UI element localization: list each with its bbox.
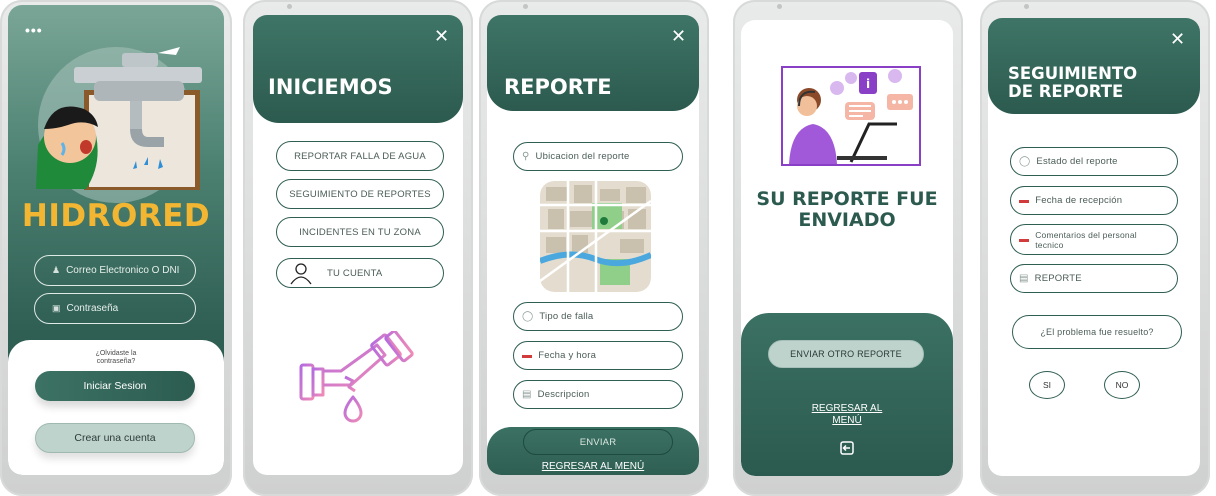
description-placeholder: Descripcion: [537, 389, 590, 400]
broken-pipe-icon: [299, 331, 414, 423]
title-line-1: SEGUIMIENTO: [1008, 64, 1138, 83]
brand-title: HIDRORED: [21, 198, 211, 234]
phone-sent: i SU REPORTE FUE ENVIADO ENVIAR OTRO REP…: [733, 0, 963, 496]
user-icon: ♟: [52, 265, 61, 275]
back-line-2: MENÚ: [832, 415, 862, 426]
login-screen: ••• HIDRORED ♟ Correo Electronico O DNI …: [8, 5, 224, 475]
datetime-input[interactable]: ▬ Fecha y hora: [513, 341, 683, 370]
svg-text:i: i: [866, 77, 870, 91]
camera-dot: [777, 4, 782, 9]
account-icon: [290, 263, 312, 285]
back-to-menu-link[interactable]: REGRESAR AL MENÚ: [487, 461, 699, 472]
datetime-placeholder: Fecha y hora: [538, 350, 597, 361]
back-to-menu-link[interactable]: REGRESAR AL MENÚ: [741, 403, 953, 427]
password-placeholder: Contraseña: [66, 303, 119, 314]
reception-date-input[interactable]: ▬ Fecha de recepción: [1010, 186, 1178, 215]
start-header: ✕ INICIEMOS: [253, 15, 463, 123]
comments-icon: ▬: [1019, 233, 1030, 245]
forgot-password-link[interactable]: ¿Olvidaste la contraseña?: [8, 350, 224, 366]
option-track-reports[interactable]: SEGUIMIENTO DE REPORTES: [276, 179, 444, 209]
close-icon[interactable]: ✕: [1170, 30, 1185, 48]
comments-placeholder: Comentarios del personal tecnico: [1035, 230, 1137, 250]
camera-dot: [523, 4, 528, 9]
sent-message: SU REPORTE FUE ENVIADO: [741, 189, 953, 231]
report-header: ✕ REPORTE: [487, 15, 699, 111]
description-input[interactable]: ▤ Descripcion: [513, 380, 683, 409]
sent-footer: ENVIAR OTRO REPORTE REGRESAR AL MENÚ: [741, 313, 953, 476]
option-zone-incidents[interactable]: INCIDENTES EN TU ZONA: [276, 217, 444, 247]
comments-line-1: Comentarios del personal: [1035, 229, 1137, 240]
exit-icon[interactable]: [840, 441, 854, 455]
calendar-icon: ▬: [522, 350, 533, 361]
message-icon: ▤: [522, 389, 532, 400]
create-account-button[interactable]: Crear una cuenta: [35, 423, 195, 453]
email-placeholder: Correo Electronico O DNI: [66, 265, 180, 276]
lock-icon: ▣: [52, 303, 61, 313]
option-your-account[interactable]: TU CUENTA: [276, 258, 444, 288]
status-input[interactable]: ◯ Estado del reporte: [1010, 147, 1178, 176]
page-title: REPORTE: [504, 75, 612, 99]
start-screen: ✕ INICIEMOS REPORTAR FALLA DE AGUA SEGUI…: [253, 15, 463, 475]
forgot-line-2: contraseña?: [96, 358, 136, 365]
report-placeholder: REPORTE: [1034, 273, 1082, 284]
login-button[interactable]: Iniciar Sesion: [35, 371, 195, 401]
comments-line-2: tecnico: [1035, 239, 1064, 250]
location-input[interactable]: ⚲ Ubicacion del reporte: [513, 142, 683, 171]
report-footer: ENVIAR REGRESAR AL MENÚ: [487, 427, 699, 475]
fault-type-placeholder: Tipo de falla: [539, 311, 594, 322]
phone-tracking: ✕ SEGUIMIENTO DE REPORTE ◯ Estado del re…: [980, 0, 1210, 496]
close-icon[interactable]: ✕: [434, 27, 449, 45]
send-another-report-button[interactable]: ENVIAR OTRO REPORTE: [768, 340, 924, 368]
title-line-2: DE REPORTE: [1008, 82, 1124, 101]
account-label: TU CUENTA: [327, 267, 383, 279]
page-title: SEGUIMIENTO DE REPORTE: [1008, 65, 1137, 101]
close-icon[interactable]: ✕: [671, 27, 686, 45]
water-drop-icon: ◯: [1019, 156, 1031, 167]
report-input[interactable]: ▤ REPORTE: [1010, 264, 1178, 293]
tracking-header: ✕ SEGUIMIENTO DE REPORTE: [988, 18, 1200, 114]
send-button[interactable]: ENVIAR: [523, 429, 673, 455]
email-field[interactable]: ♟ Correo Electronico O DNI: [34, 255, 196, 286]
yes-button[interactable]: SI: [1029, 371, 1065, 399]
sent-message-line-1: SU REPORTE FUE: [756, 188, 938, 210]
comments-input[interactable]: ▬ Comentarios del personal tecnico: [1010, 224, 1178, 255]
message-icon: ▤: [1019, 273, 1029, 284]
location-placeholder: Ubicacion del reporte: [535, 151, 630, 162]
leaking-sink-illustration: [36, 47, 202, 203]
sent-screen: i SU REPORTE FUE ENVIADO ENVIAR OTRO REP…: [741, 20, 953, 476]
camera-dot: [1024, 4, 1029, 9]
tracking-screen: ✕ SEGUIMIENTO DE REPORTE ◯ Estado del re…: [988, 18, 1200, 476]
status-placeholder: Estado del reporte: [1036, 156, 1118, 167]
water-drop-icon: ◯: [522, 311, 534, 322]
phone-report: ✕ REPORTE ⚲ Ubicacion del reporte ◯ Tipo…: [479, 0, 709, 496]
location-pin-icon: ⚲: [522, 151, 530, 162]
camera-dot: [287, 4, 292, 9]
no-button[interactable]: NO: [1104, 371, 1140, 399]
map-image[interactable]: [540, 181, 651, 292]
app-mockups: ••• HIDRORED ♟ Correo Electronico O DNI …: [0, 0, 1216, 496]
sent-message-line-2: ENVIADO: [798, 209, 896, 231]
forgot-line-1: ¿Olvidaste la: [95, 350, 137, 357]
calendar-icon: ▬: [1019, 195, 1030, 206]
phone-login: ••• HIDRORED ♟ Correo Electronico O DNI …: [0, 0, 232, 496]
option-report-fault[interactable]: REPORTAR FALLA DE AGUA: [276, 141, 444, 171]
reception-date-placeholder: Fecha de recepción: [1035, 195, 1123, 206]
phone-start: ✕ INICIEMOS REPORTAR FALLA DE AGUA SEGUI…: [243, 0, 473, 496]
password-field[interactable]: ▣ Contraseña: [34, 293, 196, 324]
resolved-question: ¿El problema fue resuelto?: [1012, 315, 1182, 349]
back-line-1: REGRESAR AL: [811, 403, 883, 414]
fault-type-input[interactable]: ◯ Tipo de falla: [513, 302, 683, 331]
report-screen: ✕ REPORTE ⚲ Ubicacion del reporte ◯ Tipo…: [487, 15, 699, 475]
support-agent-illustration: i: [781, 66, 921, 166]
page-title: INICIEMOS: [268, 75, 393, 99]
